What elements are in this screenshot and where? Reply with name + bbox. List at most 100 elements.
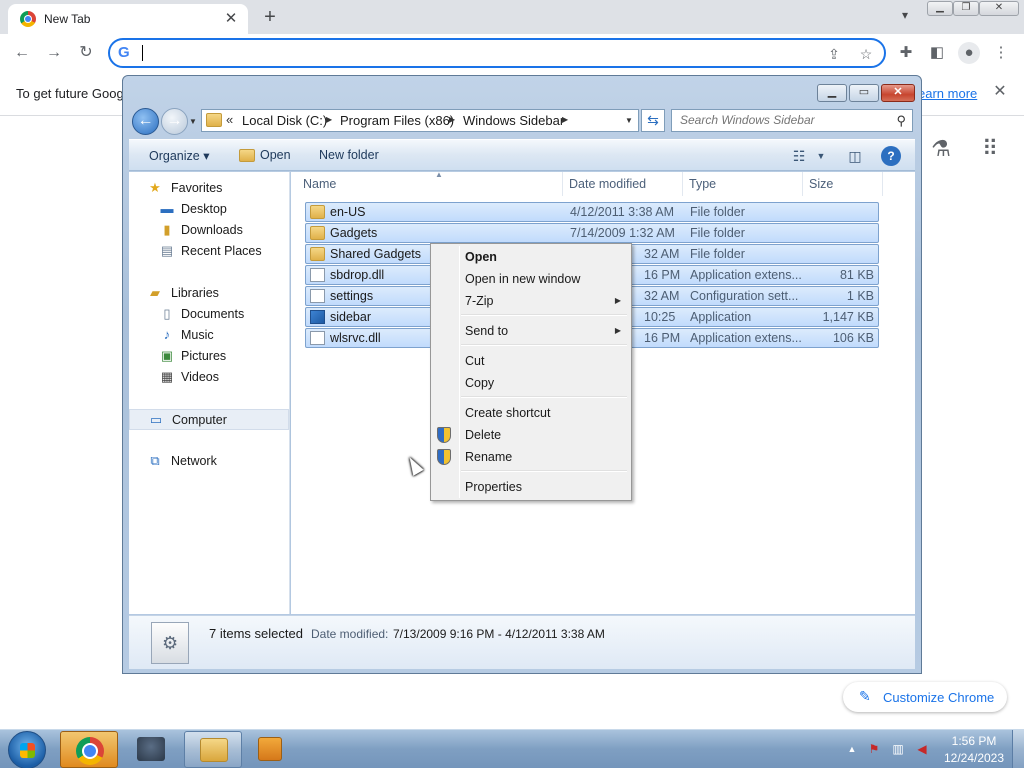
file-name: settings <box>330 289 374 303</box>
column-header-date[interactable]: Date modified <box>563 172 683 196</box>
taskbar-chrome[interactable] <box>60 731 118 768</box>
chrome-restore-button[interactable]: ❐ <box>953 1 979 16</box>
show-desktop-button[interactable] <box>1012 730 1024 768</box>
start-button-windows-icon[interactable] <box>8 731 46 768</box>
file-date: 7/14/2009 1:32 AM <box>570 226 675 240</box>
breadcrumb-arrow-icon[interactable]: ▶ <box>449 115 455 124</box>
search-icon[interactable]: ⚲ <box>896 113 906 129</box>
explorer-search-input[interactable] <box>680 113 880 127</box>
omnibox-input[interactable] <box>140 43 790 63</box>
explorer-maximize-button[interactable]: ▭ <box>849 84 879 102</box>
taskbar-explorer[interactable] <box>184 731 242 768</box>
nav-pictures[interactable]: ▣ Pictures <box>129 346 289 367</box>
nav-documents[interactable]: ▯ Documents <box>129 304 289 325</box>
refresh-icon[interactable]: ⇆ <box>641 109 665 132</box>
menu-item-rename[interactable]: Rename <box>433 447 629 467</box>
new-folder-button[interactable]: New folder <box>319 148 379 162</box>
chrome-minimize-button[interactable]: ▁ <box>927 1 953 16</box>
forward-arrow-icon[interactable]: → <box>42 41 66 65</box>
explorer-back-icon[interactable]: ← <box>132 108 159 135</box>
taskbar-media-player[interactable] <box>246 731 304 768</box>
explorer-minimize-button[interactable]: ▁ <box>817 84 847 102</box>
breadcrumb-program-files[interactable]: Program Files (x86) <box>340 113 454 128</box>
file-date: 10:25 <box>644 310 676 324</box>
breadcrumb-arrow-icon[interactable]: ▶ <box>562 115 568 124</box>
column-header-size[interactable]: Size <box>803 172 883 196</box>
labs-flask-icon[interactable]: ⚗ <box>928 136 954 162</box>
organize-button[interactable]: Organize ▾ <box>149 148 209 163</box>
preview-pane-icon[interactable]: ◫ <box>845 146 865 166</box>
help-icon[interactable]: ? <box>881 146 901 166</box>
nav-computer-label: Computer <box>172 413 227 427</box>
menu-item-open-new-window[interactable]: Open in new window <box>433 269 629 289</box>
tab-new-tab[interactable]: New Tab ✕ <box>8 4 248 34</box>
taskbar-app-2[interactable] <box>122 731 180 768</box>
recent-pages-dropdown-icon[interactable]: ▼ <box>189 117 197 126</box>
reload-icon[interactable]: ↻ <box>74 41 98 65</box>
side-panel-icon[interactable]: ◧ <box>926 42 948 64</box>
view-dropdown-icon[interactable]: ▼ <box>811 146 831 166</box>
clock-date[interactable]: 12/24/2023 <box>940 751 1008 765</box>
column-header-type[interactable]: Type <box>683 172 803 196</box>
date-modified-label: Date modified: <box>311 627 389 641</box>
nav-libraries[interactable]: ▰ Libraries <box>129 283 289 304</box>
breadcrumb-local-disk[interactable]: Local Disk (C:) <box>242 113 327 128</box>
menu-item-copy[interactable]: Copy <box>433 373 629 393</box>
explorer-address-bar[interactable]: « Local Disk (C:) ▶ Program Files (x86) … <box>201 109 639 132</box>
nav-videos[interactable]: ▦ Videos <box>129 367 289 388</box>
breadcrumb-overflow-icon[interactable]: « <box>226 112 233 127</box>
file-row[interactable]: Gadgets 7/14/2009 1:32 AM File folder <box>305 223 879 243</box>
omnibox[interactable]: G ⇪ ☆ <box>108 38 886 68</box>
extensions-puzzle-icon[interactable]: ✚ <box>895 42 917 64</box>
open-button[interactable]: Open <box>260 148 291 162</box>
menu-item-cut[interactable]: Cut <box>433 351 629 371</box>
infobar-close-icon[interactable]: ✕ <box>990 82 1010 102</box>
nav-computer[interactable]: ▭ Computer <box>129 409 289 430</box>
breadcrumb-windows-sidebar[interactable]: Windows Sidebar <box>463 113 564 128</box>
explorer-close-button[interactable]: ✕ <box>881 84 915 102</box>
menu-item-7zip[interactable]: 7-Zip ▶ <box>433 291 629 311</box>
menu-item-send-to[interactable]: Send to ▶ <box>433 321 629 341</box>
new-tab-button[interactable]: + <box>258 5 282 29</box>
network-icon: ⧉ <box>150 453 160 468</box>
volume-muted-icon[interactable]: ◀ <box>914 741 930 757</box>
change-view-icon[interactable]: ☷ <box>789 146 809 166</box>
menu-item-open[interactable]: Open <box>433 247 629 267</box>
file-name: Gadgets <box>330 226 378 240</box>
bookmark-star-icon[interactable]: ☆ <box>856 44 876 64</box>
file-size: 106 KB <box>832 331 874 345</box>
tab-close-icon[interactable]: ✕ <box>222 10 240 28</box>
show-hidden-icons-arrow-icon[interactable]: ▲ <box>844 741 860 757</box>
nav-music[interactable]: ♪ Music <box>129 325 289 346</box>
share-icon[interactable]: ⇪ <box>824 44 844 64</box>
back-arrow-icon[interactable]: ← <box>10 41 34 65</box>
action-center-flag-icon[interactable]: ⚑ <box>866 741 882 757</box>
nav-recent-places-label: Recent Places <box>181 244 262 258</box>
chrome-menu-kebab-icon[interactable]: ⋮ <box>990 42 1012 64</box>
documents-icon: ▯ <box>163 306 171 321</box>
google-apps-grid-icon[interactable]: ⠿ <box>977 136 1003 162</box>
menu-item-properties[interactable]: Properties <box>433 477 629 497</box>
nav-favorites[interactable]: ★ Favorites <box>129 178 289 199</box>
explorer-search-box[interactable]: ⚲ <box>671 109 913 132</box>
nav-downloads[interactable]: ▮ Downloads <box>129 220 289 241</box>
explorer-forward-icon[interactable]: → <box>161 108 188 135</box>
breadcrumb-arrow-icon[interactable]: ▶ <box>326 115 332 124</box>
profile-avatar-icon[interactable]: ● <box>958 42 980 64</box>
address-dropdown-icon[interactable]: ▼ <box>620 110 638 131</box>
menu-item-create-shortcut[interactable]: Create shortcut <box>433 403 629 423</box>
nav-network[interactable]: ⧉ Network <box>129 451 289 472</box>
nav-desktop[interactable]: ▬ Desktop <box>129 199 289 220</box>
menu-item-delete[interactable]: Delete <box>433 425 629 445</box>
tab-title: New Tab <box>44 12 91 26</box>
tab-search-chevron-icon[interactable]: ▾ <box>896 8 914 26</box>
network-status-icon[interactable]: ▥ <box>890 741 906 757</box>
clock-time[interactable]: 1:56 PM <box>950 734 998 748</box>
column-header-name[interactable]: Name ▲ <box>297 170 563 196</box>
file-row[interactable]: en-US 4/12/2011 3:38 AM File folder <box>305 202 879 222</box>
chrome-close-button[interactable]: ✕ <box>979 1 1019 16</box>
selection-thumbnail-icon <box>151 622 189 664</box>
nav-recent-places[interactable]: ▤ Recent Places <box>129 241 289 262</box>
customize-chrome-button[interactable]: ✎ Customize Chrome <box>843 682 1007 712</box>
infobar-learn-more-link[interactable]: earn more <box>918 86 977 101</box>
